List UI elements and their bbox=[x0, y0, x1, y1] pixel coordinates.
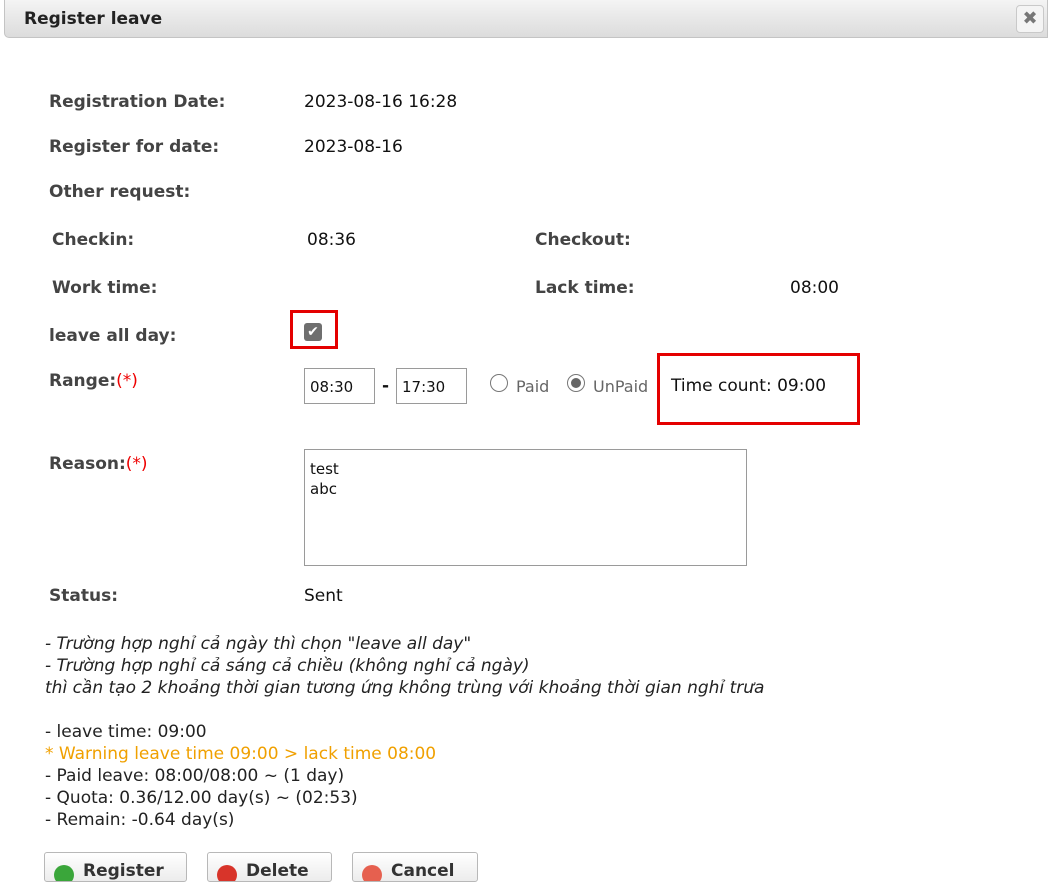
register-icon bbox=[54, 865, 74, 881]
unpaid-radio-label: UnPaid bbox=[593, 377, 649, 396]
paid-leave-info: - Paid leave: 08:00/08:00 ~ (1 day) bbox=[45, 766, 345, 786]
range-from-input[interactable]: 08:30 bbox=[304, 368, 375, 404]
checkin-label: Checkin: bbox=[52, 230, 135, 250]
lack-time-label: Lack time: bbox=[535, 278, 635, 298]
note-line: thì cần tạo 2 khoảng thời gian tương ứng… bbox=[45, 678, 765, 698]
status-label: Status: bbox=[49, 586, 118, 606]
status-value: Sent bbox=[304, 586, 343, 606]
other-request-label: Other request: bbox=[49, 182, 191, 202]
leave-all-day-checkbox[interactable]: ✔ bbox=[304, 323, 322, 341]
reason-label-text: Reason: bbox=[49, 454, 126, 474]
delete-button[interactable]: Delete bbox=[207, 852, 332, 882]
registration-date-value: 2023-08-16 16:28 bbox=[304, 92, 458, 112]
reason-label: Reason:(*) bbox=[49, 454, 148, 474]
note-line: - Trường hợp nghỉ cả ngày thì chọn "leav… bbox=[45, 634, 472, 654]
checkin-value: 08:36 bbox=[307, 230, 356, 250]
note-line: - Trường hợp nghỉ cả sáng cả chiều (khôn… bbox=[45, 656, 530, 676]
time-count: Time count: 09:00 bbox=[671, 376, 827, 396]
required-mark: (*) bbox=[116, 371, 138, 391]
remain-info: - Remain: -0.64 day(s) bbox=[45, 810, 235, 830]
paid-radio[interactable] bbox=[490, 374, 508, 392]
register-button[interactable]: Register bbox=[44, 852, 187, 882]
checkout-label: Checkout: bbox=[535, 230, 631, 250]
delete-icon bbox=[217, 865, 237, 881]
cancel-button-label: Cancel bbox=[391, 861, 455, 881]
dialog-titlebar: Register leave bbox=[4, 0, 1048, 38]
range-label-text: Range: bbox=[49, 371, 117, 391]
range-separator: - bbox=[382, 376, 390, 396]
quota-info: - Quota: 0.36/12.00 day(s) ~ (02:53) bbox=[45, 788, 358, 808]
cancel-icon bbox=[362, 865, 382, 881]
leave-all-day-label: leave all day: bbox=[49, 326, 177, 346]
lack-time-value: 08:00 bbox=[790, 278, 839, 298]
leave-time-info: - leave time: 09:00 bbox=[45, 722, 207, 742]
work-time-label: Work time: bbox=[52, 278, 158, 298]
paid-radio-label: Paid bbox=[516, 377, 550, 396]
register-for-date-label: Register for date: bbox=[49, 137, 220, 157]
range-to-input[interactable]: 17:30 bbox=[396, 368, 467, 404]
cancel-button[interactable]: Cancel bbox=[352, 852, 478, 882]
delete-button-label: Delete bbox=[246, 861, 309, 881]
range-label: Range:(*) bbox=[49, 371, 138, 391]
dialog-title: Register leave bbox=[24, 9, 163, 29]
unpaid-radio[interactable] bbox=[567, 374, 585, 392]
register-button-label: Register bbox=[83, 861, 164, 881]
registration-date-label: Registration Date: bbox=[49, 92, 226, 112]
register-for-date-value: 2023-08-16 bbox=[304, 137, 403, 157]
required-mark: (*) bbox=[125, 454, 148, 474]
warning-message: * Warning leave time 09:00 > lack time 0… bbox=[45, 744, 437, 764]
close-icon[interactable]: ✖ bbox=[1016, 5, 1044, 33]
reason-textarea[interactable]: test abc bbox=[304, 449, 747, 566]
